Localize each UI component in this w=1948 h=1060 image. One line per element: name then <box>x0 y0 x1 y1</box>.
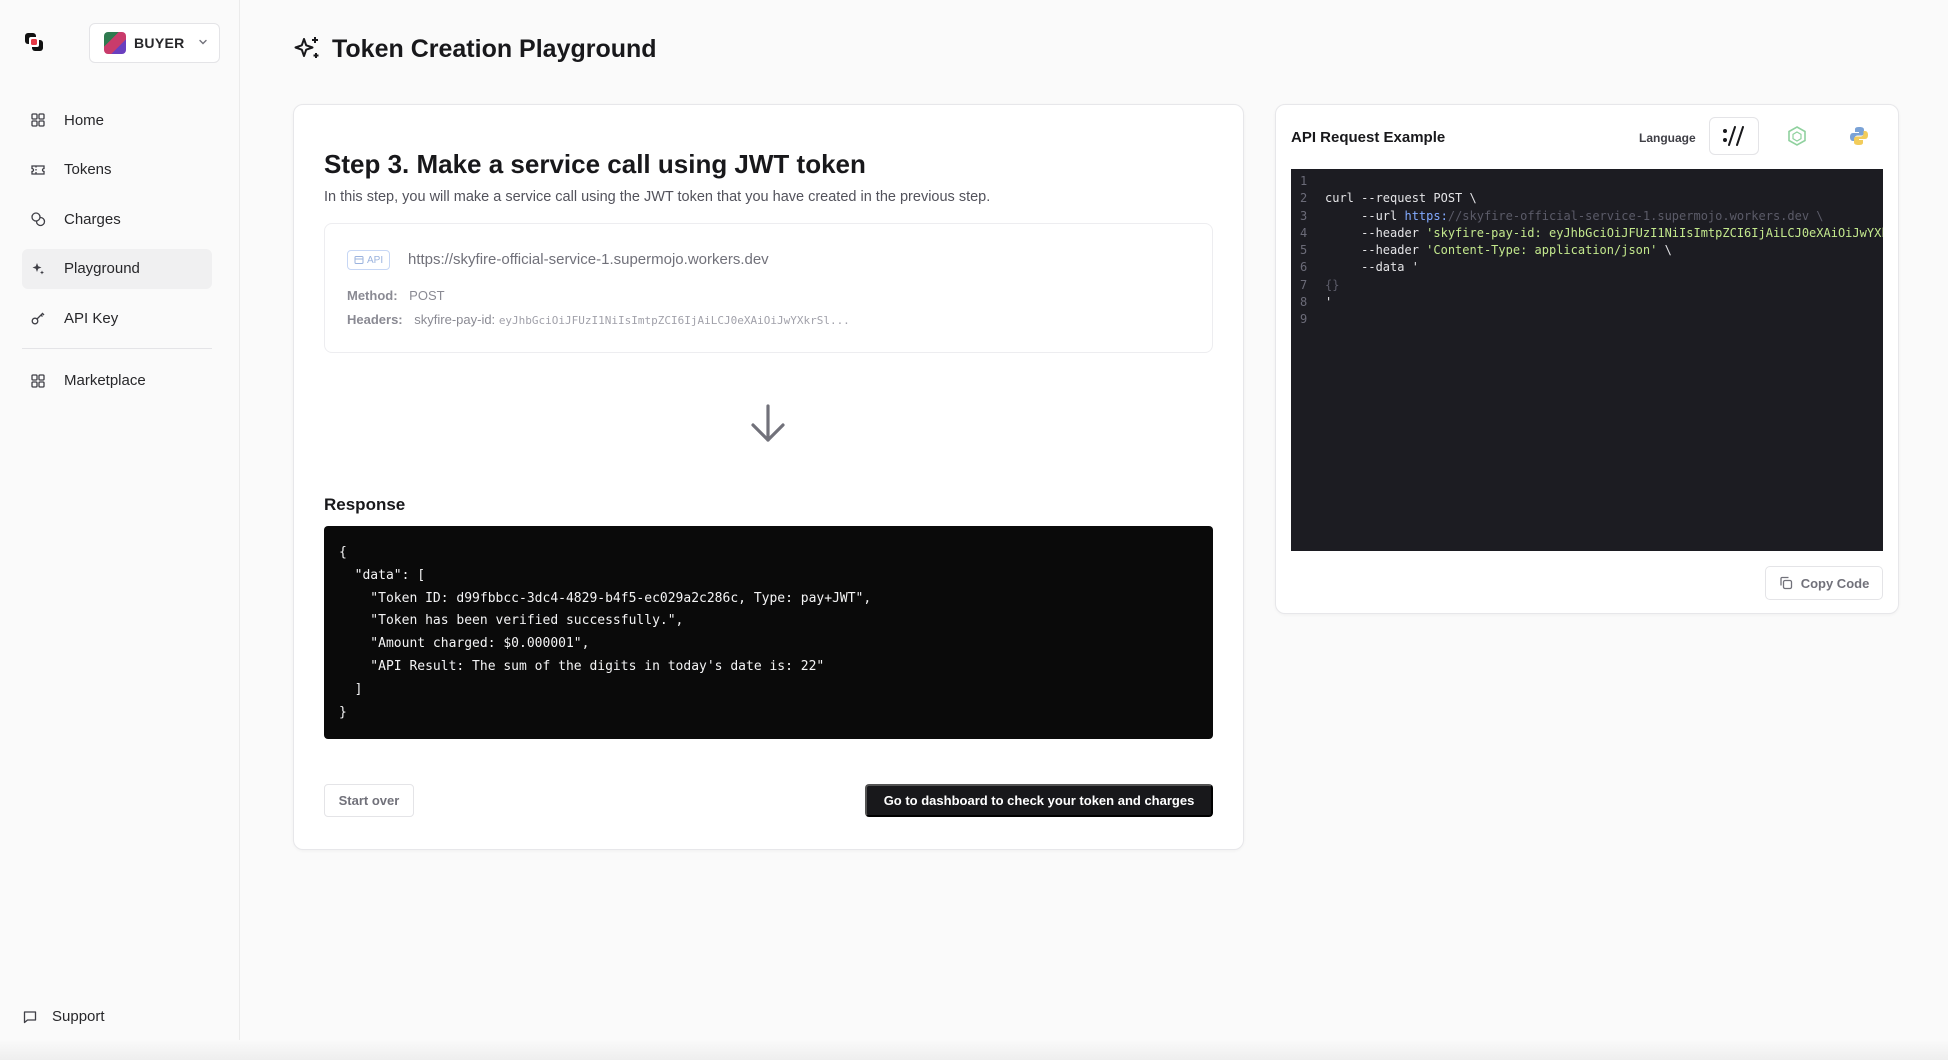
api-request-summary: API https://skyfire-official-service-1.s… <box>324 223 1213 353</box>
language-label: Language <box>1639 131 1696 145</box>
sidebar-divider <box>22 347 212 349</box>
response-line: "data": [ <box>339 567 426 583</box>
sidebar-nav: Home Tokens Charges Playground API Key M… <box>22 100 212 410</box>
sparkles-icon <box>294 37 319 58</box>
role-avatar <box>104 32 126 54</box>
sidebar-item-label: Tokens <box>64 161 112 178</box>
sidebar-item-label: Playground <box>64 260 140 277</box>
response-line: "Token ID: d99fbbcc-3dc4-4829-b4f5-ec029… <box>339 590 872 606</box>
step-card: Step 3. Make a service call using JWT to… <box>293 104 1244 850</box>
headers-key: skyfire-pay-id: <box>414 312 496 327</box>
start-over-button[interactable]: Start over <box>324 784 414 817</box>
sparkles-icon <box>32 262 44 274</box>
api-icon <box>354 256 364 264</box>
response-line: ] <box>339 681 363 697</box>
support-label: Support <box>52 1008 105 1025</box>
copy-code-label: Copy Code <box>1800 575 1870 591</box>
chevron-down-icon <box>197 36 209 51</box>
sidebar-item-home[interactable]: Home <box>22 100 212 140</box>
page-title-text: Token Creation Playground <box>332 34 657 63</box>
method-row: Method: POST <box>347 288 445 303</box>
response-line: "Amount charged: $0.000001", <box>339 636 590 652</box>
sidebar-item-marketplace[interactable]: Marketplace <box>22 361 212 401</box>
language-curl-button[interactable] <box>1709 117 1759 155</box>
sidebar-item-api-key[interactable]: API Key <box>22 298 212 338</box>
sidebar-item-label: Home <box>64 111 105 129</box>
response-line: { <box>339 545 347 560</box>
sidebar-item-playground[interactable]: Playground <box>22 248 212 289</box>
code-line: --header <box>1325 243 1427 258</box>
arrow-down-icon <box>745 401 791 452</box>
sidebar-item-label: API Key <box>64 309 119 327</box>
sidebar-item-tokens[interactable]: Tokens <box>22 150 212 190</box>
response-line: "Token has been verified successfully.", <box>339 613 684 629</box>
code-token: 'skyfire-pay-id: eyJhbGciOiJFUzI1NiIsImt… <box>1426 225 1883 240</box>
method-value: POST <box>409 288 445 303</box>
logo-icon <box>25 33 43 51</box>
sidebar-item-label: Charges <box>64 210 121 228</box>
code-token: \ <box>1657 243 1672 258</box>
code-line: --data ' <box>1325 260 1419 275</box>
headers-label: Headers: <box>347 312 403 327</box>
api-example-title: API Request Example <box>1291 129 1446 146</box>
api-badge-label: API <box>367 254 384 266</box>
code-line: {} <box>1325 277 1340 292</box>
step-title: Step 3. Make a service call using JWT to… <box>324 149 866 179</box>
headers-row: Headers: skyfire-pay-id: eyJhbGciOiJFUzI… <box>347 312 850 327</box>
method-label: Method: <box>347 288 398 303</box>
step-description: In this step, you will make a service ca… <box>324 189 991 205</box>
code-token: https: <box>1404 208 1448 223</box>
key-icon <box>31 312 45 325</box>
support-link[interactable]: Support <box>22 1008 105 1025</box>
page-title: Token Creation Playground <box>292 34 657 64</box>
role-switcher[interactable]: BUYER <box>89 23 220 63</box>
language-python-button[interactable] <box>1834 117 1884 155</box>
sidebar-item-charges[interactable]: Charges <box>22 199 212 239</box>
code-line: ' <box>1325 295 1333 310</box>
sidebar-item-label: Marketplace <box>64 372 146 389</box>
ticket-icon <box>31 164 45 175</box>
code-line: --header <box>1325 225 1427 240</box>
language-nodejs-button[interactable] <box>1772 117 1822 155</box>
code-token: 'Content-Type: application/json' <box>1426 243 1658 258</box>
message-square-icon <box>23 1010 37 1023</box>
sidebar: BUYER Home Tokens Charges Playground API… <box>0 0 240 1060</box>
grid-icon <box>31 373 45 388</box>
bottom-edge <box>0 1040 1948 1060</box>
response-line: "API Result: The sum of the digits in to… <box>339 658 825 674</box>
copy-icon <box>1780 576 1792 590</box>
python-icon <box>1850 127 1868 145</box>
app-logo[interactable] <box>16 24 52 60</box>
role-label: BUYER <box>134 35 185 51</box>
copy-code-button[interactable]: Copy Code <box>1765 566 1883 600</box>
coins-icon <box>31 212 46 227</box>
response-output: { "data": [ "Token ID: d99fbbcc-3dc4-482… <box>324 526 1213 739</box>
nodejs-icon <box>1788 126 1806 146</box>
curl-icon <box>1723 126 1744 146</box>
response-label: Response <box>324 495 406 514</box>
api-url: https://skyfire-official-service-1.super… <box>408 251 769 268</box>
go-to-dashboard-button[interactable]: Go to dashboard to check your token and … <box>865 784 1213 817</box>
api-example-card: API Request Example Language 1 2 curl --r… <box>1275 104 1899 614</box>
api-badge: API <box>347 250 391 270</box>
code-line: curl --request POST \ <box>1325 191 1477 206</box>
code-token: //skyfire-official-service-1.supermojo.w… <box>1447 208 1824 223</box>
response-line: } <box>339 704 347 720</box>
headers-value: eyJhbGciOiJFUzI1NiIsImtpZCI6IjAiLCJ0eXAi… <box>498 314 850 327</box>
code-block[interactable]: 1 2 curl --request POST \ 3 --url https:/… <box>1291 169 1883 551</box>
grid-icon <box>31 113 45 127</box>
code-line: --url <box>1325 208 1405 223</box>
